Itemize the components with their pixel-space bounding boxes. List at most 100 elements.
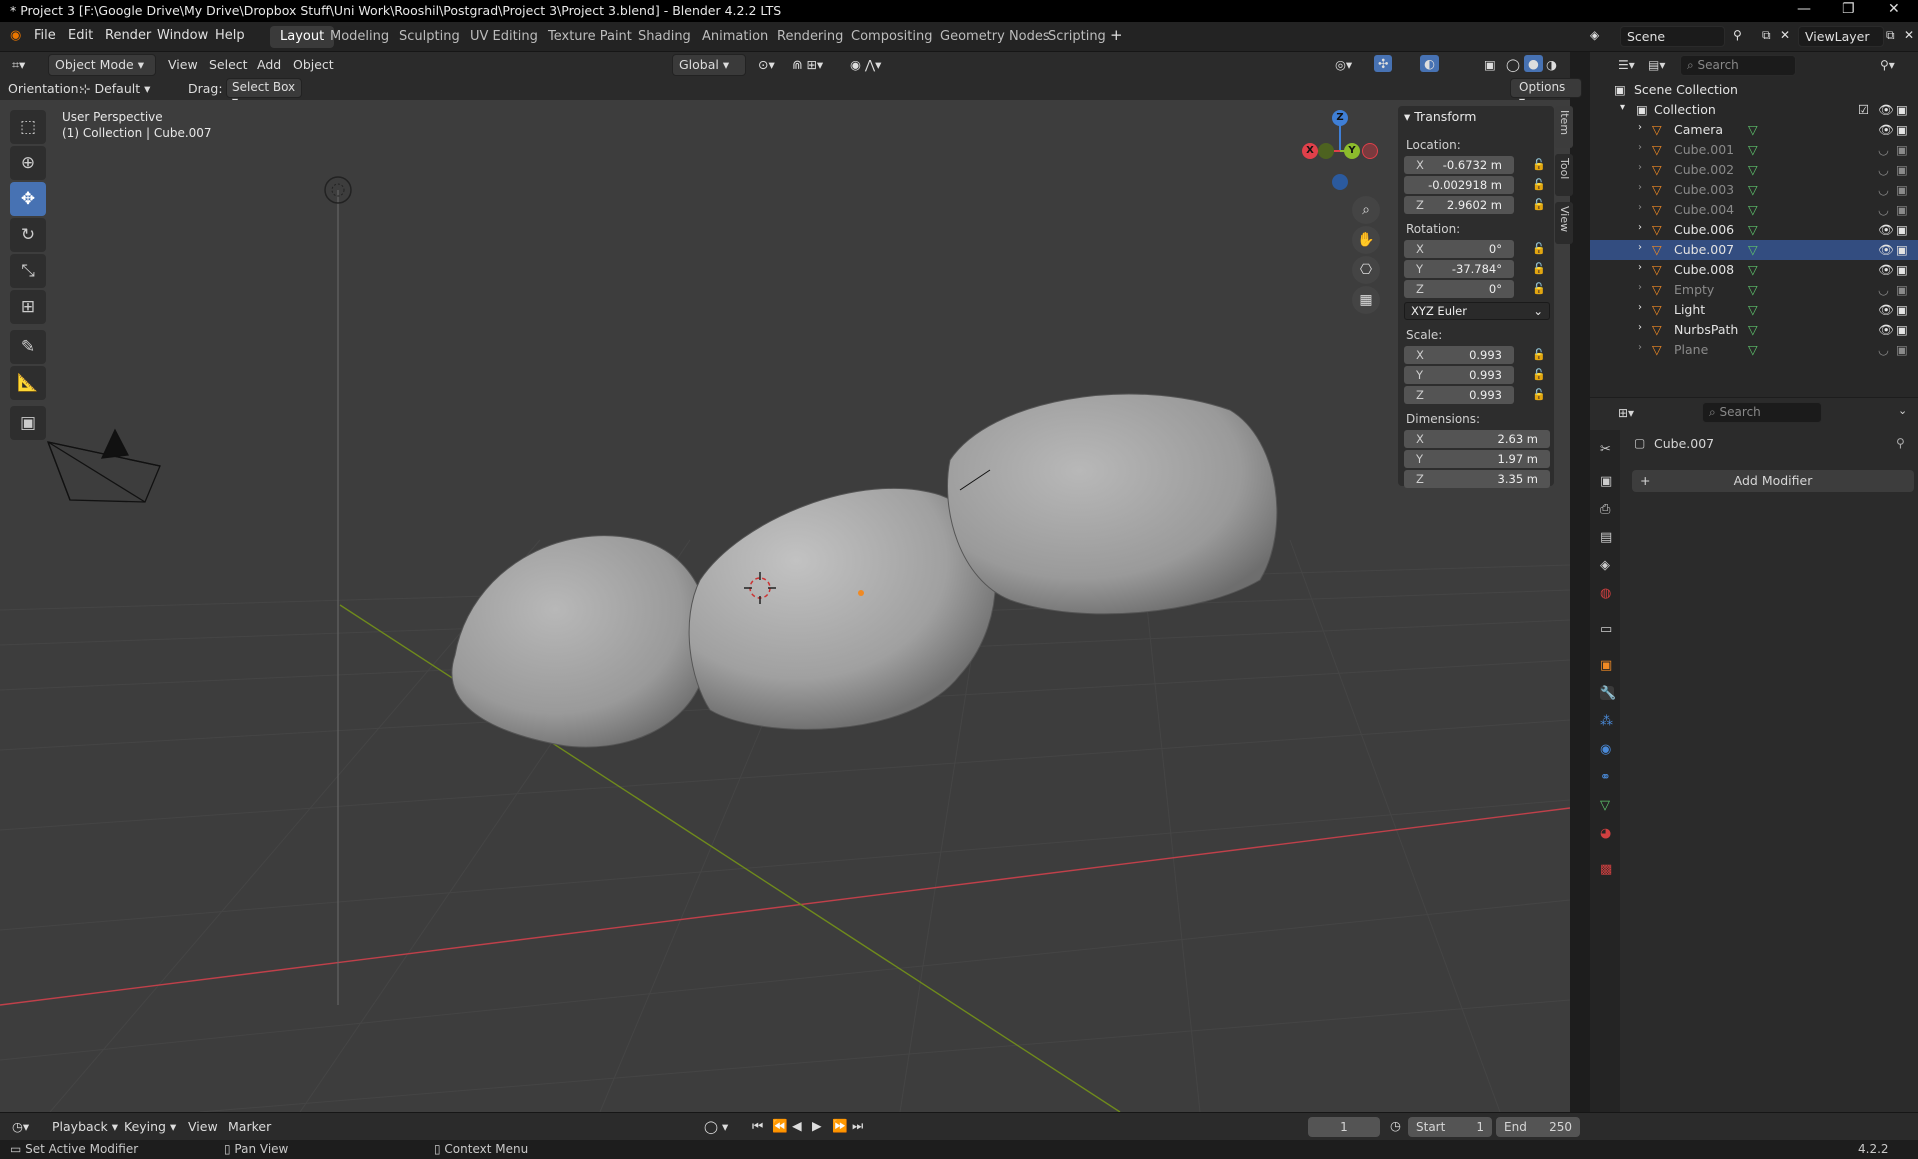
expand-icon[interactable]: › <box>1638 182 1642 193</box>
cursor-tool-icon[interactable]: ⊕ <box>10 146 46 180</box>
expand-icon[interactable]: › <box>1638 342 1642 353</box>
dimensions-z-field[interactable]: Z 3.35 m <box>1404 470 1550 488</box>
new-viewlayer-icon[interactable]: ⧉ <box>1886 28 1895 43</box>
restore-icon[interactable]: ❐ <box>1842 1 1855 17</box>
object-data-icon[interactable]: ▽ <box>1748 302 1758 317</box>
scene-properties-icon[interactable]: ◈ <box>1600 558 1614 573</box>
move-tool-icon[interactable]: ✥ <box>10 182 46 216</box>
lock-icon[interactable]: 🔓 <box>1532 282 1546 295</box>
object-properties-icon[interactable]: ▣ <box>1600 658 1614 673</box>
expand-icon[interactable]: › <box>1638 242 1642 253</box>
camera-render-icon[interactable]: ▣ <box>1896 282 1908 297</box>
eye-icon[interactable]: 👁 <box>1878 302 1894 318</box>
dimensions-y-field[interactable]: Y 1.97 m <box>1404 450 1550 468</box>
expand-icon[interactable]: › <box>1638 302 1642 313</box>
camera-render-icon[interactable]: ▣ <box>1896 162 1908 177</box>
menu-marker[interactable]: Marker <box>228 1119 271 1134</box>
expand-icon[interactable]: › <box>1638 162 1642 173</box>
scale-x-field[interactable]: X 0.993 <box>1404 346 1514 364</box>
object-data-icon[interactable]: ▽ <box>1748 142 1758 157</box>
expand-icon[interactable]: › <box>1638 122 1642 133</box>
object-data-icon[interactable]: ▽ <box>1748 162 1758 177</box>
scale-y-field[interactable]: Y 0.993 <box>1404 366 1514 384</box>
tab-uv-editing[interactable]: UV Editing <box>460 26 548 48</box>
navigation-gizmo[interactable]: Z X Y <box>1300 110 1380 190</box>
transform-panel-title[interactable]: ▾ Transform <box>1404 109 1476 124</box>
render-properties-icon[interactable]: ▣ <box>1600 474 1614 489</box>
particles-icon[interactable]: ⁂ <box>1600 714 1614 729</box>
camera-render-icon[interactable]: ▣ <box>1896 302 1908 317</box>
checkbox-icon[interactable]: ☑ <box>1858 102 1869 117</box>
camera-render-icon[interactable]: ▣ <box>1896 202 1908 217</box>
rotation-y-field[interactable]: Y -37.784° <box>1404 260 1514 278</box>
rotation-mode-selector[interactable]: XYZ Euler ⌄ <box>1404 302 1550 320</box>
gizmo-toggle-icon[interactable]: ✣ <box>1374 55 1393 72</box>
tab-compositing[interactable]: Compositing <box>841 26 943 48</box>
object-data-icon[interactable]: ▽ <box>1748 262 1758 277</box>
wireframe-shading-icon[interactable]: ◯ <box>1506 57 1520 72</box>
camera-render-icon[interactable]: ▣ <box>1896 122 1908 137</box>
auto-keying-icon[interactable]: ◯ ▾ <box>704 1119 728 1134</box>
measure-tool-icon[interactable]: 📐 <box>10 366 46 400</box>
current-frame-field[interactable]: 1 <box>1308 1117 1380 1137</box>
blender-logo-icon[interactable]: ◉ <box>10 28 21 43</box>
eye-closed-icon[interactable]: ◡ <box>1878 282 1889 297</box>
scale-tool-icon[interactable]: ⤡ <box>10 254 46 288</box>
lock-icon[interactable]: 🔓 <box>1532 368 1546 381</box>
object-data-icon[interactable]: ▽ <box>1748 342 1758 357</box>
eye-closed-icon[interactable]: ◡ <box>1878 182 1889 197</box>
output-properties-icon[interactable]: ⎙ <box>1600 502 1614 517</box>
lock-icon[interactable]: 🔓 <box>1532 348 1546 361</box>
object-data-icon[interactable]: ▽ <box>1748 202 1758 217</box>
outliner-item[interactable]: › ▽ Cube.007 ▽ 👁 ▣ <box>1590 240 1918 260</box>
visibility-icon[interactable]: ◎▾ <box>1335 57 1352 72</box>
scene-selector[interactable]: Scene <box>1620 26 1725 47</box>
camera-render-icon[interactable]: ▣ <box>1896 182 1908 197</box>
pin-icon[interactable]: ⚲ <box>1896 436 1905 450</box>
add-cube-tool-icon[interactable]: ▣ <box>10 406 46 440</box>
pin-icon[interactable]: ⚲ <box>1733 28 1742 42</box>
xray-icon[interactable]: ▣ <box>1484 57 1496 72</box>
rotation-z-field[interactable]: Z 0° <box>1404 280 1514 298</box>
outliner-display-mode-icon[interactable]: ☰▾ <box>1618 58 1635 72</box>
tab-item[interactable]: Item <box>1555 106 1573 148</box>
eye-icon[interactable]: 👁 <box>1878 322 1894 338</box>
outliner-search[interactable]: ⌕ Search <box>1680 55 1796 76</box>
tab-animation[interactable]: Animation <box>692 26 778 48</box>
new-scene-icon[interactable]: ⧉ <box>1762 28 1771 43</box>
camera-render-icon[interactable]: ▣ <box>1896 262 1908 277</box>
gizmo-neg-y[interactable] <box>1318 143 1334 159</box>
lock-icon[interactable]: 🔓 <box>1532 262 1546 275</box>
object-data-icon[interactable]: ▽ <box>1748 282 1758 297</box>
object-data-icon[interactable]: ▽ <box>1748 122 1758 137</box>
scene-icon[interactable]: ◈ <box>1590 28 1599 42</box>
camera-render-icon[interactable]: ▣ <box>1896 342 1908 357</box>
overlay-toggle-icon[interactable]: ◐ <box>1420 55 1439 72</box>
camera-view-icon[interactable]: ⎔ <box>1352 256 1380 284</box>
jump-keyframe-back-icon[interactable]: ⏪ <box>772 1118 788 1134</box>
annotate-tool-icon[interactable]: ✎ <box>10 330 46 364</box>
outliner-item[interactable]: › ▽ Camera ▽ 👁 ▣ <box>1590 120 1918 140</box>
eye-icon[interactable]: 👁 <box>1878 122 1894 138</box>
drag-selector[interactable]: Select Box ▾ <box>226 78 302 108</box>
menu-edit[interactable]: Edit <box>68 28 93 43</box>
expand-icon[interactable]: › <box>1638 222 1642 233</box>
menu-object[interactable]: Object <box>293 57 334 72</box>
viewlayer-selector[interactable]: ViewLayer <box>1798 26 1884 47</box>
object-data-icon[interactable]: ▽ <box>1748 222 1758 237</box>
end-frame-field[interactable]: End 250 <box>1496 1117 1580 1137</box>
eye-icon[interactable]: 👁 <box>1878 262 1894 278</box>
object-data-icon[interactable]: ▽ <box>1748 242 1758 257</box>
rotation-x-field[interactable]: X 0° <box>1404 240 1514 258</box>
outliner-item[interactable]: › ▽ Empty ▽ ◡ ▣ <box>1590 280 1918 300</box>
data-properties-icon[interactable]: ▽ <box>1600 798 1614 813</box>
tab-view[interactable]: View <box>1555 202 1573 244</box>
constraints-icon[interactable]: ⚭ <box>1600 770 1614 785</box>
camera-render-icon[interactable]: ▣ <box>1896 222 1908 237</box>
outliner-item[interactable]: › ▽ Plane ▽ ◡ ▣ <box>1590 340 1918 360</box>
outliner-item[interactable]: › ▽ NurbsPath ▽ 👁 ▣ <box>1590 320 1918 340</box>
play-icon[interactable]: ▶ <box>812 1118 822 1133</box>
orientation-selector[interactable]: ⊹ Default ▾ <box>80 81 150 96</box>
menu-view[interactable]: View <box>168 57 198 72</box>
expand-icon[interactable]: › <box>1638 202 1642 213</box>
